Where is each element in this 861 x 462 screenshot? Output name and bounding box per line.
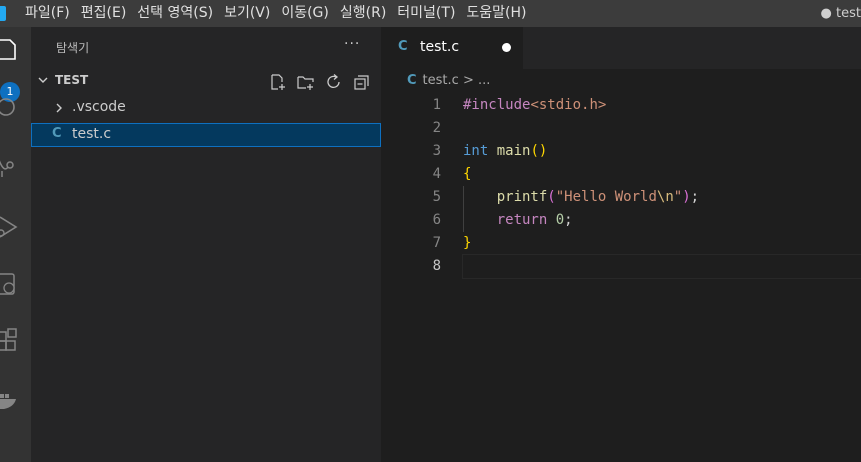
keyword-token: return: [496, 212, 548, 228]
chevron-down-icon: [38, 77, 48, 83]
menu-go[interactable]: 이동(G): [281, 0, 337, 27]
code-editor[interactable]: #include<stdio.h> int main() { printf("H…: [462, 94, 861, 279]
menu-help[interactable]: 도움말(H): [466, 0, 534, 27]
keyword-token: int: [463, 143, 489, 159]
code-line-5[interactable]: printf("Hello World\n");: [463, 186, 861, 209]
preprocessor-token: #include: [463, 97, 531, 113]
line-number-gutter: 1 2 3 4 5 6 7 8: [381, 94, 441, 278]
workspace-section-header[interactable]: TEST: [31, 70, 381, 92]
refresh-icon[interactable]: [325, 73, 343, 91]
semicolon-token: ;: [690, 189, 700, 205]
breadcrumb-file[interactable]: test.c: [423, 73, 459, 88]
menu-file[interactable]: 파일(F): [25, 0, 78, 27]
number-token: 0: [555, 212, 565, 228]
menu-bar: 파일(F) 편집(E) 선택 영역(S) 보기(V) 이동(G) 실행(R) 터…: [25, 0, 538, 27]
search-icon[interactable]: [0, 95, 20, 121]
explorer-icon[interactable]: [0, 37, 20, 63]
string-token: "Hello World: [555, 189, 657, 205]
more-actions-button[interactable]: ···: [344, 36, 360, 52]
line-number: 5: [432, 189, 441, 205]
code-line-8-current[interactable]: [462, 254, 861, 279]
function-token: main: [496, 143, 531, 159]
collapse-all-icon[interactable]: [353, 73, 371, 91]
remote-explorer-icon[interactable]: [0, 271, 20, 297]
menu-edit[interactable]: 편집(E): [81, 0, 135, 27]
title-bar: 파일(F) 편집(E) 선택 영역(S) 보기(V) 이동(G) 실행(R) 터…: [0, 0, 861, 27]
new-file-icon[interactable]: [269, 73, 287, 91]
escape-token: \n: [656, 189, 674, 205]
explorer-sidebar: 탐색기 ··· TEST .vscode C test.c: [31, 27, 381, 462]
new-folder-icon[interactable]: [297, 73, 315, 91]
tab-test-c[interactable]: C test.c: [381, 27, 523, 69]
chevron-right-icon: [56, 103, 62, 113]
function-token: printf: [496, 189, 548, 205]
paren-token: ): [682, 189, 691, 205]
tab-label: test.c: [420, 39, 460, 55]
menu-selection[interactable]: 선택 영역(S): [137, 0, 221, 27]
code-line-7[interactable]: }: [463, 232, 861, 255]
docker-icon[interactable]: [0, 387, 20, 413]
extensions-icon[interactable]: [0, 327, 20, 353]
app-logo-icon: [0, 6, 6, 21]
string-token: ": [673, 189, 683, 205]
breadcrumb[interactable]: Ctest.c > ...: [407, 73, 490, 88]
line-number: 6: [432, 212, 441, 228]
code-line-4[interactable]: {: [463, 163, 861, 186]
paren-token: (: [547, 189, 556, 205]
tree-item-test-c[interactable]: C test.c: [31, 123, 381, 147]
code-line-3[interactable]: int main(): [463, 140, 861, 163]
source-control-icon[interactable]: [0, 155, 20, 181]
line-number: 1: [432, 97, 441, 113]
line-number: 2: [432, 120, 441, 136]
editor-tab-bar: C test.c: [381, 27, 861, 69]
line-number: 4: [432, 166, 441, 182]
brace-token: {: [463, 166, 472, 182]
code-line-6[interactable]: return 0;: [463, 209, 861, 232]
line-number: 3: [432, 143, 441, 159]
run-debug-icon[interactable]: [0, 214, 20, 240]
folder-name: .vscode: [72, 99, 126, 115]
brace-token: }: [463, 235, 472, 251]
semicolon-token: ;: [564, 212, 573, 228]
window-title: ● test: [820, 6, 861, 21]
tree-item-vscode-folder[interactable]: .vscode: [31, 96, 381, 120]
menu-view[interactable]: 보기(V): [224, 0, 278, 27]
file-name: test.c: [72, 126, 112, 142]
paren-token: (): [530, 143, 548, 159]
unsaved-dot-icon[interactable]: [502, 43, 511, 52]
code-line-2[interactable]: [463, 117, 861, 140]
code-line-1[interactable]: #include<stdio.h>: [463, 94, 861, 117]
activity-bar: 1: [0, 27, 31, 462]
breadcrumb-rest[interactable]: > ...: [463, 73, 490, 88]
workspace-label: TEST: [55, 73, 89, 87]
c-file-icon: C: [52, 126, 62, 141]
line-number: 7: [432, 235, 441, 251]
menu-run[interactable]: 실행(R): [340, 0, 394, 27]
include-path-token: <stdio.h>: [530, 97, 607, 113]
menu-terminal[interactable]: 터미널(T): [397, 0, 463, 27]
line-number-current: 8: [432, 258, 441, 274]
sidebar-title: 탐색기: [56, 41, 90, 55]
c-file-icon: C: [407, 73, 417, 88]
c-file-icon: C: [398, 39, 408, 54]
